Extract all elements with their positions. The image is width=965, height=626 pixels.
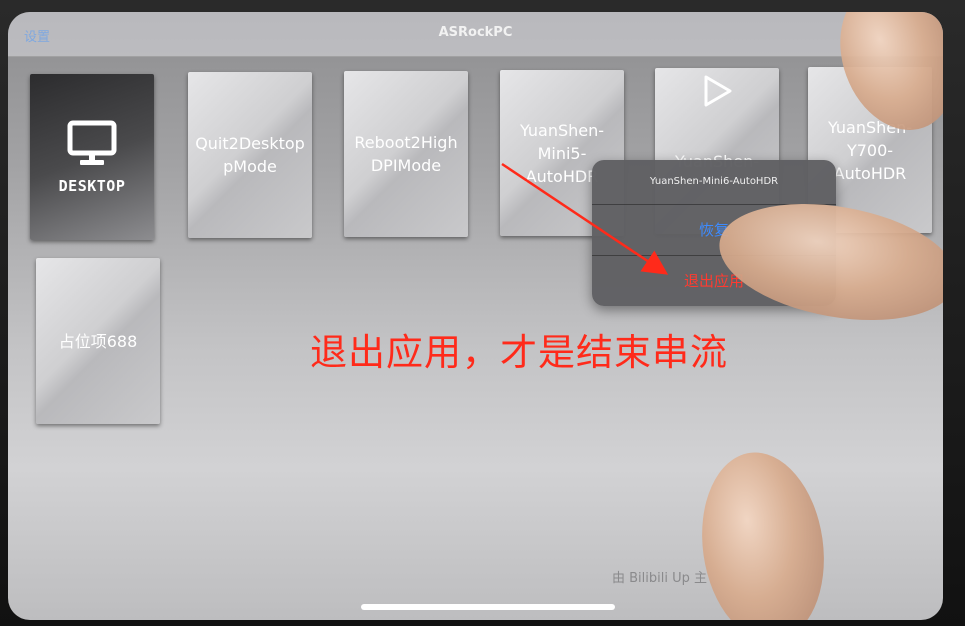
host-title: ASRockPC xyxy=(438,25,513,40)
context-menu-title: YuanShen-Mini6-AutoHDR xyxy=(592,160,836,205)
app-tile-desktop[interactable]: DESKTOP xyxy=(30,74,154,240)
monitor-icon xyxy=(67,120,117,165)
home-indicator[interactable] xyxy=(361,604,615,610)
app-tile-quit2desktop[interactable]: Quit2Desktop pMode xyxy=(188,72,312,238)
finger-bottom xyxy=(690,444,836,620)
app-tile-label: Quit2Desktop pMode xyxy=(195,134,305,176)
tablet-screen: 设置 ASRockPC DESKTOP Quit2Desktop pMode R… xyxy=(8,12,943,620)
app-tile-placeholder[interactable]: 占位项688 xyxy=(36,258,160,424)
annotation-caption: 退出应用，才是结束串流 xyxy=(310,331,728,374)
play-icon xyxy=(704,75,732,107)
app-tile-reboot2highdpi[interactable]: Reboot2High DPIMode xyxy=(344,71,468,237)
app-tile-label: 占位项688 xyxy=(58,331,138,351)
app-tile-label: DESKTOP xyxy=(58,176,126,195)
watermark: 由 Bilibili Up 主 xyxy=(612,571,708,586)
app-tile-label: Reboot2High DPIMode xyxy=(354,133,458,175)
navigation-bar: 设置 ASRockPC xyxy=(8,12,943,57)
